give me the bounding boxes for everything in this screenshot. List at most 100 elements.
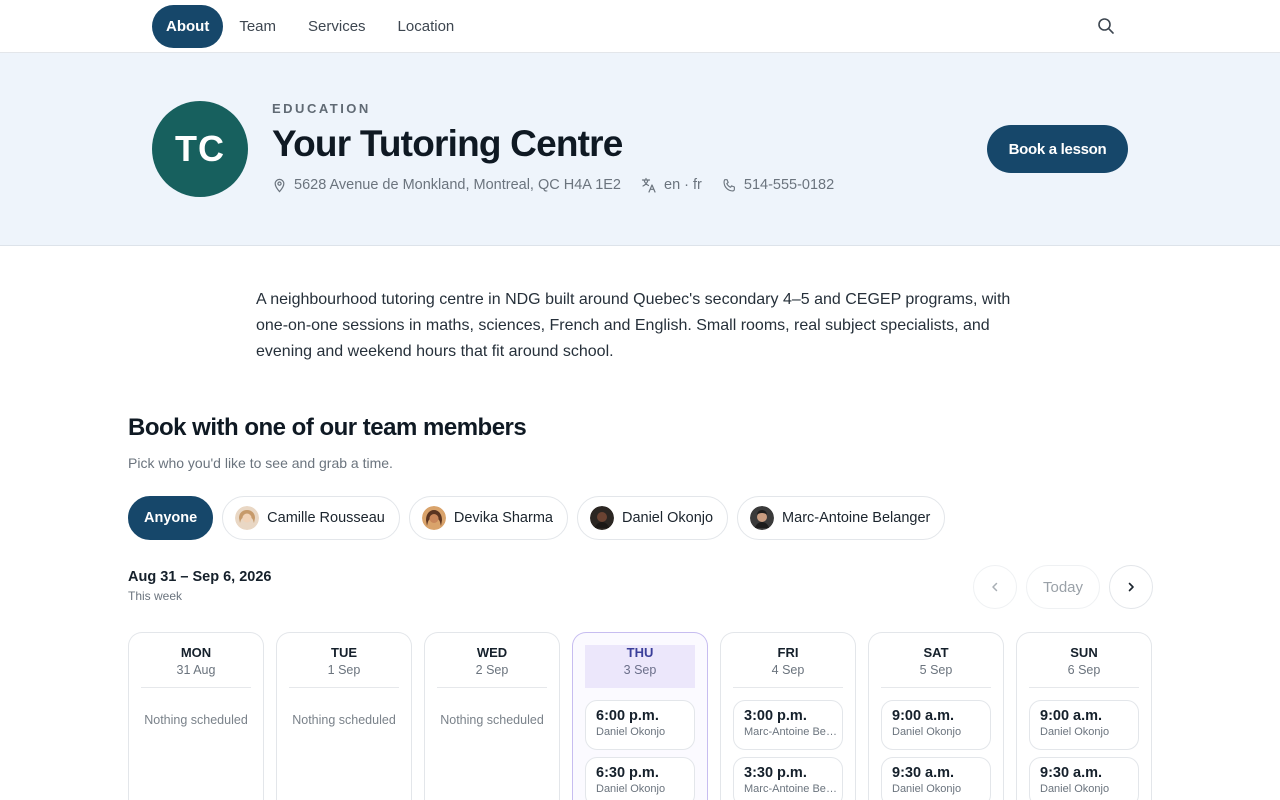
time-slot[interactable]: 9:00 a.m. Daniel Okonjo (1029, 700, 1139, 750)
slot-staff: Marc-Antoine Belanger (744, 783, 838, 795)
slot-time: 6:30 p.m. (596, 765, 659, 781)
phone-icon (723, 178, 735, 191)
avatar (589, 506, 614, 530)
day-date: 31 Aug (176, 663, 216, 677)
day-name: MON (180, 645, 212, 660)
slot-staff: Daniel Okonjo (596, 726, 666, 738)
slot-time: 9:30 a.m. (892, 765, 955, 781)
empty-day-label: Nothing scheduled (440, 713, 544, 727)
day-date: 1 Sep (327, 663, 361, 677)
day-header: TUE 1 Sep (289, 633, 399, 688)
day-column-fri: FRI 4 Sep 3:00 p.m. Marc-Antoine Belange… (720, 632, 856, 800)
slot-time: 3:00 p.m. (744, 708, 807, 724)
calendar-nav: Today (973, 565, 1153, 609)
day-name: THU (626, 645, 654, 660)
business-logo: TC (152, 101, 248, 197)
slot-time: 9:30 a.m. (1040, 765, 1103, 781)
slot-staff: Daniel Okonjo (1040, 726, 1110, 738)
avatar (235, 506, 260, 530)
day-header: FRI 4 Sep (733, 633, 843, 688)
staff-chip-daniel-okonjo[interactable]: Daniel Okonjo (576, 496, 729, 540)
staff-chip-anyone[interactable]: Anyone (128, 496, 214, 540)
time-slot[interactable]: 6:30 p.m. Daniel Okonjo (585, 757, 695, 800)
staff-chip-camille-rousseau[interactable]: Camille Rousseau (222, 496, 400, 540)
nav-tabs: About Team Services Location (152, 5, 470, 48)
top-nav: About Team Services Location (0, 0, 1280, 53)
book-lesson-button[interactable]: Book a lesson (987, 125, 1128, 173)
day-header: MON 31 Aug (141, 633, 251, 688)
day-header: SAT 5 Sep (881, 633, 991, 688)
time-slot[interactable]: 3:30 p.m. Marc-Antoine Belanger (733, 757, 843, 800)
staff-filter: Anyone Camille Rousseau Devika Sharma Da… (128, 496, 954, 540)
day-column-tue: TUE 1 Sep Nothing scheduled (276, 632, 412, 800)
day-name: SAT (923, 645, 949, 660)
next-week-button[interactable] (1109, 565, 1153, 609)
day-header: WED 2 Sep (437, 633, 547, 688)
business-category: EDUCATION (272, 101, 371, 116)
slot-staff: Daniel Okonjo (1040, 783, 1110, 795)
staff-chip-marc-antoine-belanger[interactable]: Marc-Antoine Belanger (737, 496, 946, 540)
address-item: 5628 Avenue de Monkland, Montreal, QC H4… (272, 177, 621, 193)
previous-week-button[interactable] (973, 565, 1017, 609)
nav-tab-team[interactable]: Team (223, 5, 292, 48)
time-slot[interactable]: 9:30 a.m. Daniel Okonjo (881, 757, 991, 800)
staff-chip-label: Devika Sharma (453, 510, 553, 526)
day-header: SUN 6 Sep (1029, 633, 1139, 688)
chevron-left-icon (992, 582, 998, 592)
slot-time: 6:00 p.m. (596, 708, 659, 724)
week-calendar: MON 31 Aug Nothing scheduled TUE 1 Sep N… (128, 632, 1164, 800)
day-header: THU 3 Sep (585, 645, 695, 688)
avatar (421, 506, 446, 530)
day-column-sat: SAT 5 Sep 9:00 a.m. Daniel Okonjo 9:30 a… (868, 632, 1004, 800)
staff-chip-devika-sharma[interactable]: Devika Sharma (408, 496, 568, 540)
staff-chip-label: Daniel Okonjo (621, 510, 714, 526)
business-description: A neighbourhood tutoring centre in NDG b… (256, 291, 1011, 360)
booking-title: Book with one of our team members (128, 414, 527, 441)
staff-chip-label: Camille Rousseau (267, 510, 385, 526)
languages-text: en · fr (664, 177, 702, 193)
booking-subtitle: Pick who you'd like to see and grab a ti… (128, 455, 393, 471)
day-date: 2 Sep (475, 663, 509, 677)
day-date: 5 Sep (919, 663, 953, 677)
chevron-right-icon (1128, 582, 1134, 592)
time-slot[interactable]: 6:00 p.m. Daniel Okonjo (585, 700, 695, 750)
slot-time: 9:00 a.m. (1040, 708, 1103, 724)
languages-item: en · fr (641, 177, 702, 193)
nav-tab-services[interactable]: Services (292, 5, 382, 48)
page-title: Your Tutoring Centre (272, 123, 623, 164)
slot-staff: Daniel Okonjo (892, 726, 962, 738)
search-icon[interactable] (1097, 17, 1115, 35)
day-name: TUE (331, 645, 357, 660)
avatar (750, 506, 775, 530)
slot-staff: Daniel Okonjo (892, 783, 962, 795)
phone-item[interactable]: 514-555-0182 (722, 177, 834, 193)
address-text: 5628 Avenue de Monkland, Montreal, QC H4… (294, 177, 622, 193)
time-slot[interactable]: 9:00 a.m. Daniel Okonjo (881, 700, 991, 750)
week-range-sub: This week (128, 589, 183, 603)
day-date: 4 Sep (771, 663, 805, 677)
empty-day-label: Nothing scheduled (144, 713, 248, 727)
day-name: FRI (777, 645, 799, 660)
day-column-thu: THU 3 Sep 6:00 p.m. Daniel Okonjo 6:30 p… (572, 632, 708, 800)
staff-chip-label: Anyone (144, 510, 198, 526)
nav-tab-location[interactable]: Location (382, 5, 471, 48)
slot-time: 3:30 p.m. (744, 765, 807, 781)
business-header: TC EDUCATION Your Tutoring Centre 5628 A… (0, 53, 1280, 246)
week-range: Aug 31 – Sep 6, 2026 (128, 569, 272, 585)
phone-text: 514-555-0182 (743, 177, 835, 193)
map-pin-icon (274, 178, 285, 193)
day-name: SUN (1070, 645, 1098, 660)
time-slot[interactable]: 9:30 a.m. Daniel Okonjo (1029, 757, 1139, 800)
business-meta: 5628 Avenue de Monkland, Montreal, QC H4… (272, 177, 854, 193)
translate-icon (641, 177, 656, 193)
today-button[interactable]: Today (1026, 565, 1100, 609)
day-name: WED (476, 645, 508, 660)
day-column-mon: MON 31 Aug Nothing scheduled (128, 632, 264, 800)
slot-time: 9:00 a.m. (892, 708, 955, 724)
nav-tab-about[interactable]: About (152, 5, 224, 48)
slot-staff: Daniel Okonjo (596, 783, 666, 795)
time-slot[interactable]: 3:00 p.m. Marc-Antoine Belanger (733, 700, 843, 750)
staff-chip-label: Marc-Antoine Belanger (782, 510, 931, 526)
day-date: 6 Sep (1067, 663, 1101, 677)
day-column-sun: SUN 6 Sep 9:00 a.m. Daniel Okonjo 9:30 a… (1016, 632, 1152, 800)
